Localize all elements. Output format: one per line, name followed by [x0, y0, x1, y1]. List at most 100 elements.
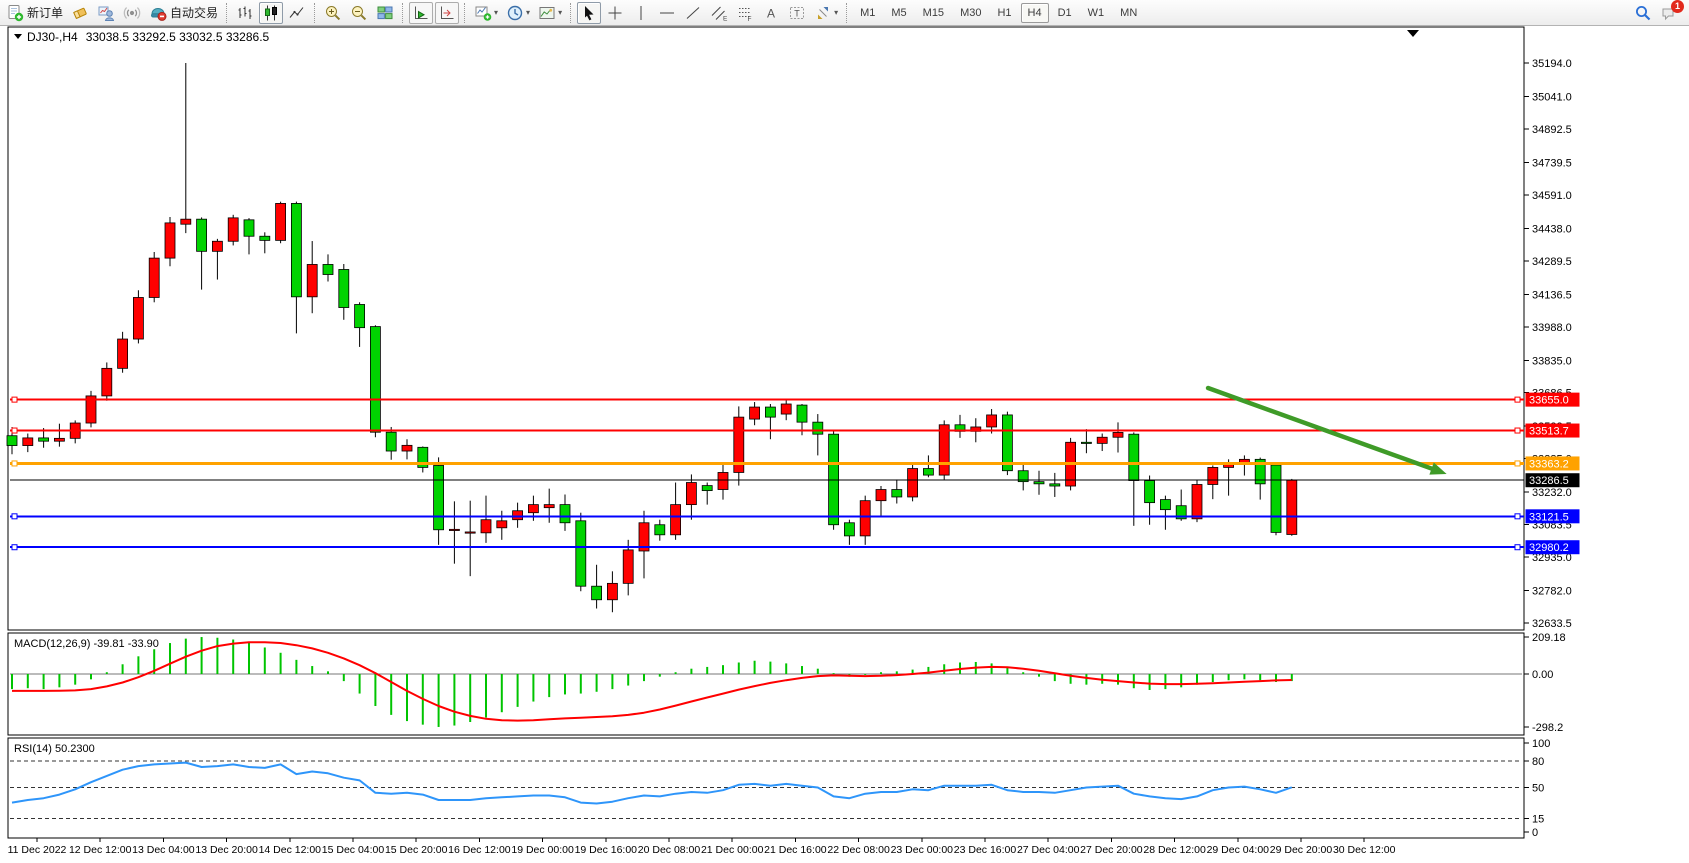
chart-window[interactable]: 35194.035041.034892.534739.534591.034438… [0, 0, 1689, 863]
timeframe-button-w1[interactable]: W1 [1081, 3, 1112, 23]
timeframe-button-h1[interactable]: H1 [990, 3, 1018, 23]
templates-button[interactable]: ▾ [535, 2, 565, 24]
zoom-in-button[interactable] [321, 2, 345, 24]
candle-body [212, 241, 222, 251]
candle-body [7, 436, 17, 446]
signals-button[interactable] [120, 2, 144, 24]
line-handle[interactable] [12, 428, 17, 433]
time-axis-label: 23 Dec 00:00 [891, 844, 954, 856]
line-handle[interactable] [1515, 514, 1520, 519]
candle-body [781, 404, 791, 414]
crosshair-icon [606, 4, 624, 22]
line-handle[interactable] [1515, 397, 1520, 402]
bar-chart-button[interactable] [233, 2, 257, 24]
candle-body [260, 236, 270, 240]
timeframe-button-m5[interactable]: M5 [884, 3, 913, 23]
trendline-button[interactable] [681, 2, 705, 24]
vline-button[interactable] [629, 2, 653, 24]
line-handle[interactable] [12, 461, 17, 466]
auto-scroll-button[interactable] [409, 2, 433, 24]
price-level-badge-label: 33513.7 [1529, 426, 1569, 438]
candle-chart-button[interactable] [259, 2, 283, 24]
line-handle[interactable] [1515, 545, 1520, 550]
candle-body [291, 203, 301, 296]
candle-body [481, 520, 491, 533]
zoom-out-button[interactable] [347, 2, 371, 24]
time-axis-label: 13 Dec 04:00 [132, 844, 195, 856]
chart-shift-icon [438, 4, 456, 22]
time-axis-label: 20 Dec 08:00 [638, 844, 701, 856]
new-chart-button[interactable]: ▾ [471, 2, 501, 24]
market-watch-button[interactable] [94, 2, 118, 24]
styler-button[interactable] [68, 2, 92, 24]
chart-shift-button[interactable] [435, 2, 459, 24]
candle-body [528, 505, 538, 513]
tile-windows-button[interactable] [373, 2, 397, 24]
line-handle[interactable] [12, 545, 17, 550]
time-axis-label: 28 Dec 12:00 [1143, 844, 1206, 856]
toolbar-separator [464, 3, 466, 23]
line-handle[interactable] [1515, 428, 1520, 433]
search-button[interactable] [1631, 2, 1655, 24]
timeframe-button-d1[interactable]: D1 [1051, 3, 1079, 23]
candle-body [181, 219, 191, 224]
time-axis-label: 16 Dec 12:00 [448, 844, 511, 856]
candle-body [1081, 442, 1091, 443]
new-order-button[interactable]: 新订单 [3, 2, 66, 24]
rsi-tick-label: 100 [1532, 738, 1550, 750]
fibonacci-icon: F [736, 4, 754, 22]
line-handle[interactable] [12, 397, 17, 402]
line-chart-button[interactable] [285, 2, 309, 24]
candle-body [702, 486, 712, 491]
notifications-button[interactable]: 1 [1657, 2, 1681, 24]
candle-body [908, 469, 918, 497]
candle-body [1271, 465, 1281, 532]
candle-body [339, 269, 349, 307]
candle-body [244, 220, 254, 236]
candle-body [434, 465, 444, 529]
candle-body [797, 405, 807, 422]
candle-body [876, 490, 886, 501]
candle-body [54, 438, 64, 441]
text-button[interactable]: A [759, 2, 783, 24]
text-label-button[interactable]: T [785, 2, 809, 24]
candle-body [1129, 434, 1139, 480]
cursor-button[interactable] [577, 2, 601, 24]
chart-title: DJ30-,H433038.5 33292.5 33032.5 33286.5 [27, 30, 270, 44]
line-handle[interactable] [12, 514, 17, 519]
candle-body [149, 258, 159, 297]
rsi-tick-label: 15 [1532, 814, 1544, 826]
price-tick-label: 33232.0 [1532, 487, 1572, 499]
periods-button[interactable]: ▾ [503, 2, 533, 24]
autotrade-button[interactable]: 自动交易 [146, 2, 221, 24]
candle-body [671, 505, 681, 535]
toolbar-separator [570, 3, 572, 23]
timeframe-button-m15[interactable]: M15 [916, 3, 951, 23]
timeframe-button-h4[interactable]: H4 [1021, 3, 1049, 23]
candle-body [860, 501, 870, 536]
auto-scroll-icon [412, 4, 430, 22]
gold-brush-icon [71, 4, 89, 22]
candle-body [655, 525, 665, 535]
timeframe-button-mn[interactable]: MN [1113, 3, 1144, 23]
arrows-button[interactable]: ▾ [811, 2, 841, 24]
candle-body [939, 425, 949, 475]
timeframe-button-m1[interactable]: M1 [853, 3, 882, 23]
time-axis-label: 22 Dec 08:00 [827, 844, 890, 856]
candle-body [370, 327, 380, 433]
main-chart-panel[interactable] [8, 27, 1524, 630]
candle-body [323, 264, 333, 274]
price-tick-label: 35194.0 [1532, 58, 1572, 70]
line-handle[interactable] [1515, 461, 1520, 466]
channel-button[interactable]: E [707, 2, 731, 24]
candle-body [1192, 484, 1202, 518]
price-tick-label: 34739.5 [1532, 157, 1572, 169]
price-tick-label: 35041.0 [1532, 91, 1572, 103]
time-axis-label: 19 Dec 16:00 [575, 844, 638, 856]
candle-body [765, 407, 775, 417]
toolbar-separator [314, 3, 316, 23]
fibonacci-button[interactable]: F [733, 2, 757, 24]
crosshair-button[interactable] [603, 2, 627, 24]
hline-button[interactable] [655, 2, 679, 24]
timeframe-button-m30[interactable]: M30 [953, 3, 988, 23]
